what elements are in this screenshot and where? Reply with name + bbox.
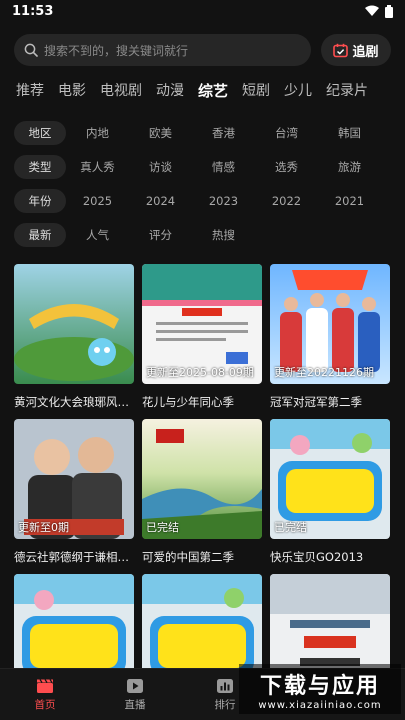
tab-documentary[interactable]: 纪录片 — [326, 80, 368, 110]
tab-kids[interactable]: 少儿 — [284, 80, 312, 110]
nav-label: 首页 — [34, 698, 56, 711]
card-title: 快乐宝贝GO2013 — [270, 550, 364, 564]
follow-button[interactable]: 追剧 — [321, 34, 391, 66]
filter-label-year[interactable]: 年份 — [14, 189, 66, 213]
calendar-icon — [333, 43, 349, 57]
filter-option[interactable]: 真人秀 — [66, 159, 129, 175]
episode-badge: 更新至20221126期 — [274, 366, 374, 379]
show-card[interactable]: 已完结 快乐宝贝GO2013 — [270, 419, 390, 574]
episode-badge: 已完结 — [146, 521, 179, 534]
filter-option[interactable]: 2021 — [318, 194, 381, 208]
filter-option[interactable]: 选秀 — [255, 159, 318, 175]
show-card[interactable]: 黄河文化大会琅琊风云... — [14, 264, 134, 419]
search-placeholder: 搜索不到的，搜关键词就行 — [44, 43, 189, 58]
filter-row-type: 类型 真人秀 访谈 情感 选秀 旅游 — [0, 150, 405, 184]
episode-badge: 更新至0期 — [18, 521, 69, 534]
filter-option[interactable]: 香港 — [192, 125, 255, 141]
tab-anime[interactable]: 动漫 — [156, 80, 184, 110]
filter-option[interactable]: 2024 — [129, 194, 192, 208]
card-title: 德云社郭德纲于谦相声... — [14, 550, 134, 564]
show-card[interactable]: 更新至20221126期 冠军对冠军第二季 — [270, 264, 390, 419]
filter-row-year: 年份 2025 2024 2023 2022 2021 — [0, 184, 405, 218]
tab-variety[interactable]: 综艺 — [198, 80, 228, 110]
episode-badge: 更新至2025-08-09期 — [146, 366, 254, 379]
show-card[interactable]: 更新至0期 德云社郭德纲于谦相声... — [14, 419, 134, 574]
filter-panel: 地区 内地 欧美 香港 台湾 韩国 日 类型 真人秀 访谈 情感 选秀 旅游 年… — [0, 116, 405, 252]
watermark-title: 下载与应用 — [259, 673, 380, 699]
clapperboard-icon — [37, 678, 53, 693]
poster-deyunshe: 更新至0期 — [14, 419, 134, 539]
tab-movies[interactable]: 电影 — [58, 80, 86, 110]
filter-option[interactable]: 2022 — [255, 194, 318, 208]
filter-option[interactable]: 情感 — [192, 159, 255, 175]
filter-option[interactable]: 内地 — [66, 125, 129, 141]
card-title: 可爱的中国第二季 — [142, 550, 234, 564]
nav-live[interactable]: 直播 — [90, 669, 180, 720]
filter-label-region[interactable]: 地区 — [14, 121, 66, 145]
status-bar: 11:53 — [0, 0, 405, 22]
filter-label-type[interactable]: 类型 — [14, 155, 66, 179]
wifi-icon — [365, 5, 379, 16]
poster-flowers: 更新至2025-08-09期 — [142, 264, 262, 384]
poster-lovely-china: 已完结 — [142, 419, 262, 539]
filter-option[interactable]: 欧美 — [129, 125, 192, 141]
filter-option[interactable]: 2023 — [192, 194, 255, 208]
filter-row-region: 地区 内地 欧美 香港 台湾 韩国 日 — [0, 116, 405, 150]
filter-option[interactable]: 韩国 — [318, 125, 381, 141]
poster-happy-baby: 已完结 — [270, 419, 390, 539]
filter-option[interactable]: 2025 — [66, 194, 129, 208]
nav-home[interactable]: 首页 — [0, 669, 90, 720]
watermark-url: www.xiazaiiniao.com — [258, 699, 382, 711]
status-icons — [365, 4, 393, 18]
filter-row-sort: 最新 人气 评分 热搜 — [0, 218, 405, 252]
poster-yellow-river — [14, 264, 134, 384]
filter-option[interactable]: 人气 — [66, 227, 129, 243]
filter-label-sort[interactable]: 最新 — [14, 223, 66, 247]
card-title: 冠军对冠军第二季 — [270, 395, 362, 409]
show-card[interactable]: 更新至2025-08-09期 花儿与少年同心季 — [142, 264, 262, 419]
tab-short-drama[interactable]: 短剧 — [242, 80, 270, 110]
category-tabs: 推荐 电影 电视剧 动漫 综艺 短剧 少儿 纪录片 — [0, 66, 405, 110]
tab-recommend[interactable]: 推荐 — [16, 80, 44, 110]
chart-icon — [217, 678, 233, 693]
show-card[interactable]: 已完结 可爱的中国第二季 — [142, 419, 262, 574]
top-row: 搜索不到的，搜关键词就行 追剧 — [0, 22, 405, 66]
content-grid: 黄河文化大会琅琊风云... 更新至2025-08-09期 花儿与少年同心季 更新… — [0, 252, 405, 720]
follow-button-label: 追剧 — [352, 44, 379, 60]
search-icon — [24, 43, 38, 57]
site-watermark: 下载与应用 www.xiazaiiniao.com — [239, 664, 401, 714]
tab-tv-series[interactable]: 电视剧 — [100, 80, 142, 110]
card-title: 黄河文化大会琅琊风云... — [14, 395, 134, 409]
filter-option[interactable]: 访谈 — [129, 159, 192, 175]
episode-badge: 已完结 — [274, 521, 307, 534]
nav-label: 排行 — [214, 698, 236, 711]
filter-option[interactable]: 台湾 — [255, 125, 318, 141]
play-icon — [127, 678, 143, 693]
poster-champions: 更新至20221126期 — [270, 264, 390, 384]
filter-option[interactable]: 热搜 — [192, 227, 255, 243]
filter-option[interactable]: 评分 — [129, 227, 192, 243]
filter-option[interactable]: 旅游 — [318, 159, 381, 175]
nav-label: 直播 — [124, 698, 146, 711]
filter-option[interactable]: 日 — [381, 125, 405, 141]
status-time: 11:53 — [12, 3, 54, 19]
search-input[interactable]: 搜索不到的，搜关键词就行 — [14, 34, 311, 66]
battery-icon — [385, 4, 393, 18]
card-title: 花儿与少年同心季 — [142, 395, 234, 409]
